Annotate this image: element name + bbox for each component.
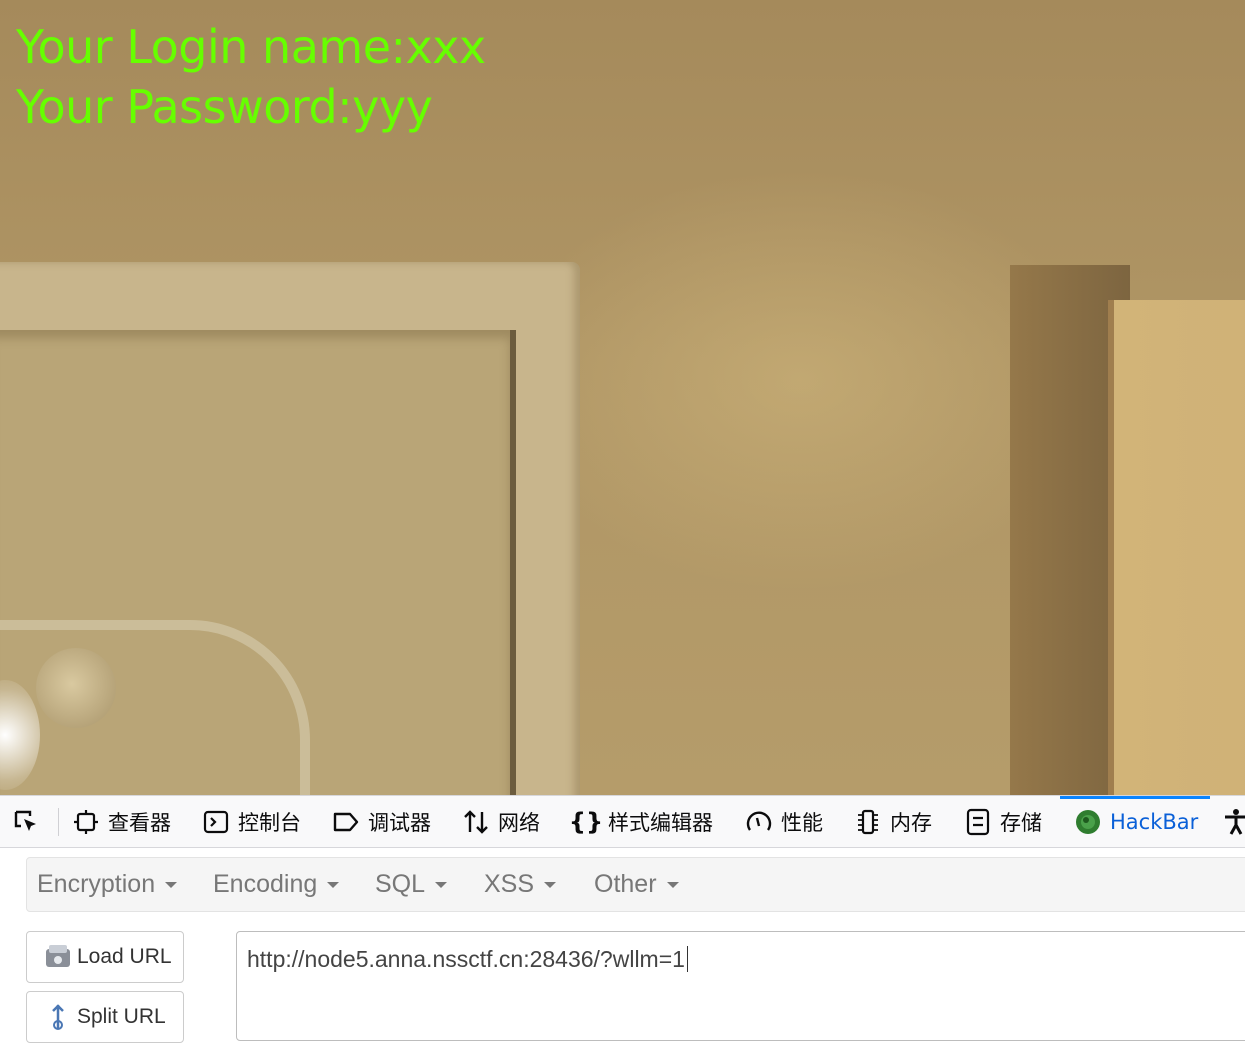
menu-other[interactable]: Other <box>594 858 679 911</box>
element-picker-button[interactable] <box>12 796 48 848</box>
tab-label: 存储 <box>1000 811 1042 835</box>
menu-encoding[interactable]: Encoding <box>213 858 340 911</box>
url-input[interactable]: http://node5.anna.nssctf.cn:28436/?wllm=… <box>236 931 1245 1041</box>
text-cursor <box>686 946 688 972</box>
login-name-text: Your Login name:xxx <box>16 20 486 74</box>
accessibility-icon <box>1222 808 1245 836</box>
load-url-icon <box>43 942 73 972</box>
split-url-label: Split URL <box>77 1005 166 1028</box>
performance-icon <box>745 808 773 836</box>
hackbar-menu-bar: Encryption Encoding SQL XSS Other <box>26 857 1245 912</box>
menu-xss[interactable]: XSS <box>484 858 557 911</box>
console-icon <box>202 808 230 836</box>
page-viewport: Your Login name:xxx Your Password:yyy <box>0 0 1245 795</box>
menu-label: XSS <box>484 870 535 898</box>
debugger-icon <box>332 808 360 836</box>
password-text: Your Password:yyy <box>16 80 433 134</box>
load-url-button[interactable]: Load URL <box>26 931 184 983</box>
menu-sql[interactable]: SQL <box>375 858 448 911</box>
tab-debugger[interactable]: 调试器 <box>332 796 431 848</box>
tab-storage[interactable]: 存储 <box>964 796 1042 848</box>
tab-accessibility[interactable] <box>1222 796 1245 848</box>
network-icon <box>462 808 490 836</box>
background-right-door <box>1108 300 1245 795</box>
chevron-down-icon <box>666 881 679 888</box>
load-url-label: Load URL <box>77 945 172 968</box>
tab-label: 内存 <box>890 811 932 835</box>
menu-label: Encryption <box>37 870 156 898</box>
tab-network[interactable]: 网络 <box>462 796 540 848</box>
devtools-toolbar: 查看器 控制台 调试器 网络 {} 样式编辑器 性能 内存 存储 HackBar <box>0 795 1245 848</box>
menu-label: Encoding <box>213 870 318 898</box>
style-editor-icon: {} <box>568 808 604 836</box>
chevron-down-icon <box>327 881 340 888</box>
tab-label: 性能 <box>781 811 823 835</box>
tab-console[interactable]: 控制台 <box>202 796 301 848</box>
split-url-icon <box>43 1002 73 1032</box>
tab-hackbar[interactable]: HackBar <box>1074 796 1198 848</box>
chevron-down-icon <box>165 881 178 888</box>
inspector-icon <box>72 808 100 836</box>
chevron-down-icon <box>544 881 557 888</box>
tab-label: 样式编辑器 <box>608 811 713 835</box>
hackbar-panel: Encryption Encoding SQL XSS Other Load U… <box>0 848 1245 1043</box>
menu-label: SQL <box>375 870 426 898</box>
storage-icon <box>964 808 992 836</box>
toolbar-divider <box>58 808 59 836</box>
tab-inspector[interactable]: 查看器 <box>72 796 171 848</box>
memory-icon <box>854 808 882 836</box>
split-url-button[interactable]: Split URL <box>26 991 184 1043</box>
tab-label: 调试器 <box>368 811 431 835</box>
menu-encryption[interactable]: Encryption <box>37 858 178 911</box>
url-input-value: http://node5.anna.nssctf.cn:28436/?wllm=… <box>247 946 685 972</box>
tab-style-editor[interactable]: {} 样式编辑器 <box>568 796 713 848</box>
background-door-ornament <box>36 648 116 728</box>
hackbar-icon <box>1074 808 1102 836</box>
chevron-down-icon <box>435 881 448 888</box>
tab-performance[interactable]: 性能 <box>745 796 823 848</box>
tab-label: 网络 <box>498 811 540 835</box>
tab-label: 控制台 <box>238 811 301 835</box>
tab-label: HackBar <box>1110 810 1199 834</box>
menu-label: Other <box>594 870 657 898</box>
tab-memory[interactable]: 内存 <box>854 796 932 848</box>
element-picker-icon <box>12 808 40 836</box>
tab-label: 查看器 <box>108 811 171 835</box>
